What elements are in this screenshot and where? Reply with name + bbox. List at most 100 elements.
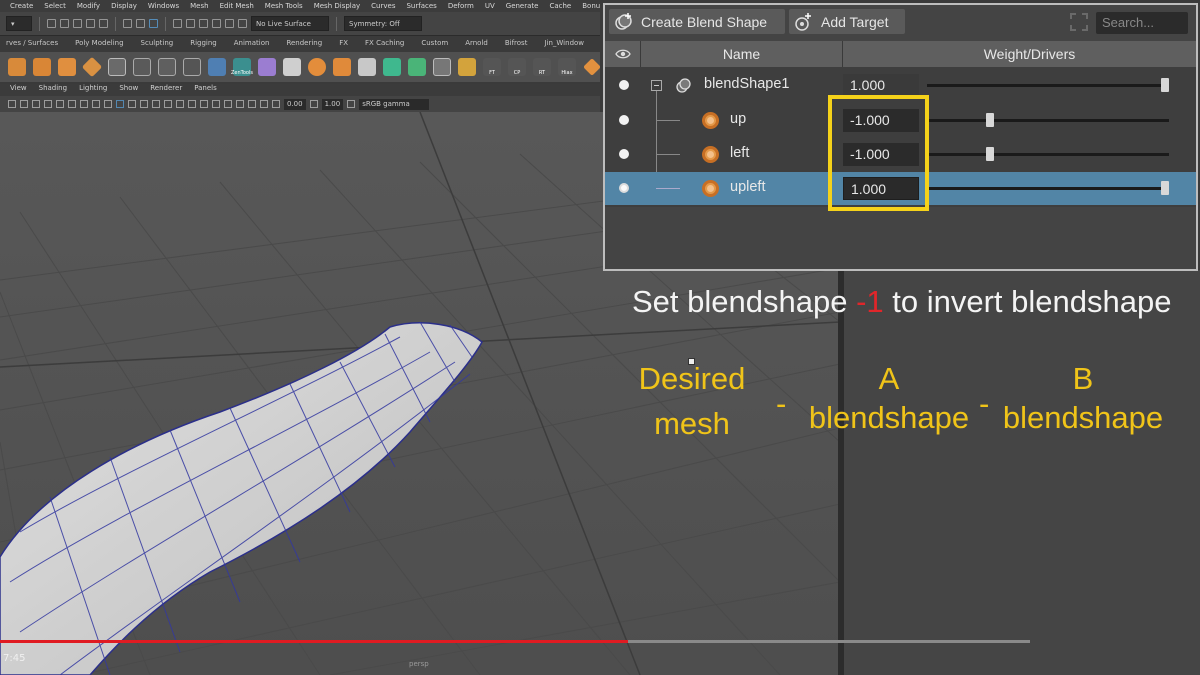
video-progress-fill[interactable] [0, 640, 629, 643]
motion-blur-icon[interactable] [188, 100, 196, 108]
menu-item[interactable]: Edit Mesh [220, 2, 254, 10]
select-object-icon[interactable] [136, 19, 145, 28]
menu-item[interactable]: Windows [148, 2, 179, 10]
image-plane-icon[interactable] [44, 100, 52, 108]
resolution-gate-icon[interactable] [80, 100, 88, 108]
textured-icon[interactable] [140, 100, 148, 108]
menu-item[interactable]: Deform [448, 2, 474, 10]
weight-slider[interactable] [927, 187, 1169, 190]
shelf-tool-icon[interactable] [258, 58, 276, 76]
collapse-icon[interactable] [651, 80, 662, 91]
shelf-tab[interactable]: Jin_W [595, 38, 600, 52]
open-scene-icon[interactable] [60, 19, 69, 28]
shelf-tab[interactable]: Custom [415, 38, 459, 52]
mode-dropdown[interactable]: ▾ [6, 16, 32, 31]
menu-item[interactable]: Curves [371, 2, 395, 10]
xray-components-icon[interactable] [260, 100, 268, 108]
menu-item[interactable]: Surfaces [406, 2, 436, 10]
undo-icon[interactable] [86, 19, 95, 28]
panel-menu-item[interactable]: Show [119, 84, 138, 96]
anti-alias-icon[interactable] [200, 100, 208, 108]
select-hierarchy-icon[interactable] [123, 19, 132, 28]
shelf-tool-icon[interactable] [81, 56, 103, 78]
film-gate-icon[interactable] [68, 100, 76, 108]
shelf-tool-icon[interactable] [183, 58, 201, 76]
panel-menu-item[interactable]: Shading [39, 84, 67, 96]
grid-icon[interactable] [56, 100, 64, 108]
create-blend-shape-button[interactable]: Create Blend Shape [609, 9, 785, 34]
exposure-icon[interactable] [272, 100, 280, 108]
shelf-tab[interactable]: Rigging [184, 38, 228, 52]
wireframe-icon[interactable] [116, 100, 124, 108]
weight-column-header[interactable]: Weight/Drivers [843, 41, 1196, 67]
hiax-icon[interactable]: Hiax [558, 58, 576, 76]
xray-icon[interactable] [236, 100, 244, 108]
rt-icon[interactable]: RT [533, 58, 551, 76]
gamma-icon[interactable] [309, 100, 318, 108]
panel-menu-item[interactable]: View [10, 84, 27, 96]
menu-item[interactable]: Mesh Tools [265, 2, 303, 10]
panel-menu-item[interactable]: Panels [194, 84, 217, 96]
shelf-tool-icon[interactable] [458, 58, 476, 76]
menu-item[interactable]: UV [485, 2, 495, 10]
field-chart-icon[interactable] [104, 100, 112, 108]
weight-slider-handle[interactable] [985, 113, 994, 127]
shelf-tool-icon[interactable] [308, 58, 326, 76]
isolate-icon[interactable] [224, 100, 232, 108]
gamma-field[interactable]: 1.00 [321, 98, 344, 110]
snap-point-icon[interactable] [199, 19, 208, 28]
frame-icon[interactable] [1070, 13, 1088, 31]
search-input[interactable]: Search... [1096, 12, 1188, 34]
gate-mask-icon[interactable] [92, 100, 100, 108]
shelf-tool-icon[interactable] [208, 58, 226, 76]
panel-menu-item[interactable]: Lighting [79, 84, 107, 96]
visibility-toggle[interactable] [619, 80, 629, 90]
shelf-tool-icon[interactable] [383, 58, 401, 76]
shelf-tab[interactable]: Poly Modeling [69, 38, 134, 52]
cp-icon[interactable]: CP [508, 58, 526, 76]
shelf-tab[interactable]: Rendering [280, 38, 333, 52]
shelf-tool-icon[interactable] [358, 58, 376, 76]
ao-icon[interactable] [176, 100, 184, 108]
new-scene-icon[interactable] [47, 19, 56, 28]
weight-slider[interactable] [927, 84, 1169, 87]
shadows-icon[interactable] [164, 100, 172, 108]
weight-field[interactable]: 1.000 [843, 74, 919, 97]
shelf-tool-icon[interactable] [283, 58, 301, 76]
shelf-tool-icon[interactable] [8, 58, 26, 76]
snap-surface-icon[interactable] [225, 19, 234, 28]
menu-item[interactable]: Modify [77, 2, 100, 10]
bookmark-icon[interactable] [32, 100, 40, 108]
weight-slider-handle[interactable] [1161, 78, 1169, 92]
shelf-tool-icon[interactable] [583, 58, 600, 76]
shelf-tool-icon[interactable] [333, 58, 351, 76]
smooth-shade-icon[interactable] [128, 100, 136, 108]
menu-item[interactable]: Create [10, 2, 33, 10]
shelf-tab[interactable]: FX [333, 38, 359, 52]
redo-icon[interactable] [99, 19, 108, 28]
shelf-tab[interactable]: Jin_Window [538, 38, 595, 52]
weight-slider[interactable] [927, 119, 1169, 122]
menu-item[interactable]: Select [44, 2, 66, 10]
zentools-icon[interactable]: ZenTools [231, 58, 253, 76]
snap-grid-icon[interactable] [173, 19, 182, 28]
shelf-tool-icon[interactable] [433, 58, 451, 76]
snap-view-icon[interactable] [212, 19, 221, 28]
symmetry-dropdown[interactable]: Symmetry: Off [344, 16, 422, 31]
shelf-tool-icon[interactable] [108, 58, 126, 76]
menu-item[interactable]: Bonus Tools [582, 2, 600, 10]
ft-icon[interactable]: FT [483, 58, 501, 76]
shelf-tool-icon[interactable] [58, 58, 76, 76]
shelf-tool-icon[interactable] [33, 58, 51, 76]
snap-curve-icon[interactable] [186, 19, 195, 28]
exposure-field[interactable]: 0.00 [284, 98, 306, 110]
menu-item[interactable]: Mesh [190, 2, 208, 10]
shelf-tool-icon[interactable] [133, 58, 151, 76]
menu-item[interactable]: Mesh Display [314, 2, 360, 10]
visibility-toggle[interactable] [619, 149, 629, 159]
camera-icon[interactable] [8, 100, 16, 108]
weight-slider[interactable] [927, 153, 1169, 156]
menu-item[interactable]: Cache [549, 2, 571, 10]
select-component-icon[interactable] [149, 19, 158, 28]
shelf-tool-icon[interactable] [158, 58, 176, 76]
